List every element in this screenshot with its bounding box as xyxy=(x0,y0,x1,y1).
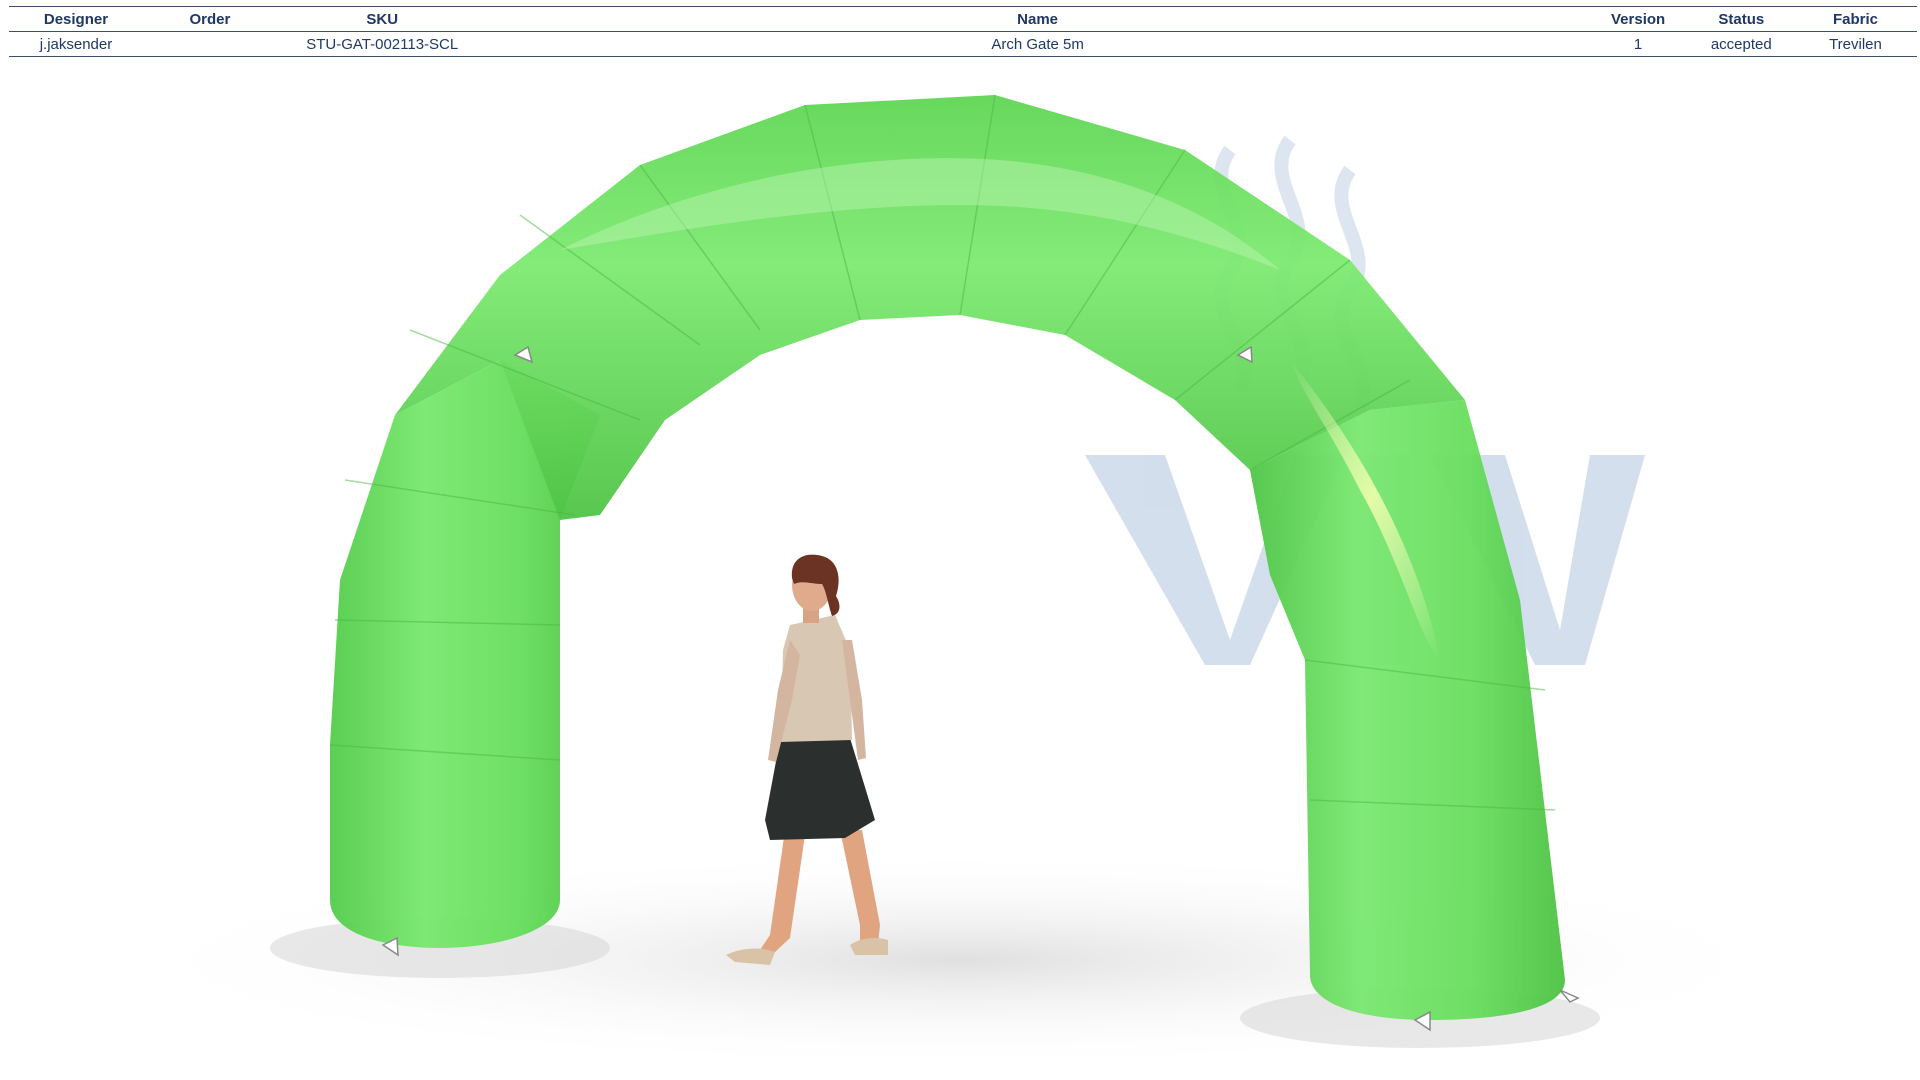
cell-version: 1 xyxy=(1587,31,1689,57)
column-header-fabric: Fabric xyxy=(1793,6,1917,32)
product-sheet: Designer Order SKU Name Version Status F… xyxy=(0,0,1920,1080)
column-header-name: Name xyxy=(487,6,1588,32)
column-header-status: Status xyxy=(1688,6,1794,32)
table-row: j.jaksender STU-GAT-002113-SCL Arch Gate… xyxy=(9,31,1917,57)
cell-designer: j.jaksender xyxy=(9,31,143,57)
spec-table: Designer Order SKU Name Version Status F… xyxy=(9,6,1917,57)
product-render xyxy=(0,60,1920,1080)
column-header-order: Order xyxy=(142,6,277,32)
table-header-row: Designer Order SKU Name Version Status F… xyxy=(9,6,1917,32)
column-header-version: Version xyxy=(1587,6,1689,32)
cell-status: accepted xyxy=(1688,31,1794,57)
cell-sku: STU-GAT-002113-SCL xyxy=(276,31,488,57)
column-header-sku: SKU xyxy=(276,6,488,32)
render-canvas xyxy=(100,94,1820,1070)
cell-name: Arch Gate 5m xyxy=(487,31,1588,57)
column-header-designer: Designer xyxy=(9,6,143,32)
cell-order xyxy=(142,31,277,57)
cell-fabric: Trevilen xyxy=(1793,31,1917,57)
